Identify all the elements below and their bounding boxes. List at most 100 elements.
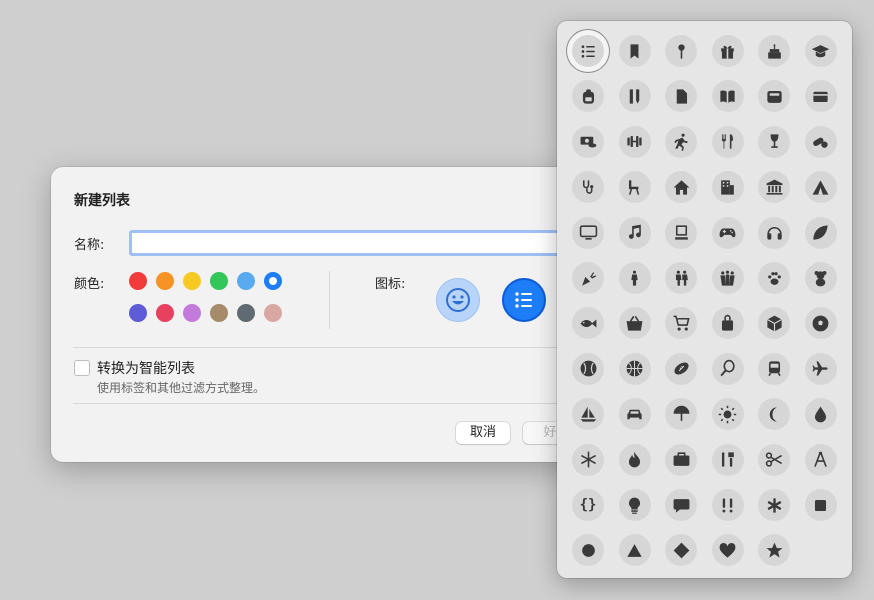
color-swatch[interactable] [264,272,282,290]
list-icon [515,292,532,308]
color-swatch[interactable] [264,304,282,322]
icon-option-heart[interactable] [711,534,744,567]
icon-option-braces[interactable]: {} [572,489,604,521]
icon-option-compass[interactable] [804,443,837,476]
icon-option-leaf[interactable] [804,216,837,249]
icon-option-lightbulb[interactable] [618,489,651,521]
cancel-button[interactable]: 取消 [456,422,510,444]
icon-option-tram[interactable] [758,352,790,385]
color-swatch[interactable] [129,304,147,322]
color-swatch[interactable] [210,272,228,290]
icon-option-money[interactable] [572,125,604,158]
icon-option-basketball[interactable] [618,352,651,385]
name-input[interactable] [129,230,583,256]
icon-option-museum[interactable] [758,171,790,204]
icon-option-computer[interactable] [665,216,697,249]
snowflake-icon [580,451,596,468]
icon-option-music-note[interactable] [618,216,651,249]
icon-option-document[interactable] [665,80,697,113]
icon-option-carrot[interactable] [572,262,604,294]
icon-option-wine-glass[interactable] [758,125,790,158]
car-icon [627,409,642,419]
gamecontroller-icon [719,228,736,238]
icon-option-sailboat[interactable] [572,398,604,431]
color-swatch[interactable] [156,304,174,322]
icon-option-diamond[interactable] [665,534,697,567]
briefcase-icon [673,452,689,466]
icon-option-tv[interactable] [572,216,604,249]
icon-option-airplane[interactable] [804,352,837,385]
icon-option-dumbbell[interactable] [618,125,651,158]
box-icon [766,315,782,332]
color-swatch[interactable] [129,272,147,290]
carrot-icon [581,271,596,286]
icon-option-basket[interactable] [618,307,651,340]
color-swatch[interactable] [210,304,228,322]
icon-option-cart[interactable] [665,307,697,340]
icon-option-list[interactable] [572,35,604,67]
icon-option-ruler-pencil[interactable] [618,80,651,113]
house-icon [673,180,689,195]
icon-option-asterisk[interactable] [758,489,790,521]
icon-option-gift[interactable] [711,35,744,67]
selected-list-icon-button[interactable] [502,278,546,322]
icon-option-tools[interactable] [711,443,744,476]
icon-option-bookmark[interactable] [618,35,651,67]
icon-option-briefcase[interactable] [665,443,697,476]
icon-option-book[interactable] [711,80,744,113]
color-swatch[interactable] [237,272,255,290]
icon-option-circle[interactable] [572,534,604,567]
bag-icon [721,314,734,331]
icon-option-bag[interactable] [711,307,744,340]
color-swatch[interactable] [156,272,174,290]
gift-icon [721,45,734,59]
icon-option-headphones[interactable] [758,216,790,249]
icon-option-cake[interactable] [758,35,790,67]
three-people-icon [720,270,735,286]
icon-option-star[interactable] [758,534,790,567]
icon-option-drop[interactable] [804,398,837,431]
icon-option-pin[interactable] [665,35,697,67]
icon-option-exclamation[interactable] [711,489,744,521]
icon-option-snowflake[interactable] [572,443,604,476]
icon-option-sun[interactable] [711,398,744,431]
emoji-icon-button[interactable] [436,278,480,322]
icon-option-speech-bubble[interactable] [665,489,697,521]
icon-option-house[interactable] [665,171,697,204]
icon-option-chair[interactable] [618,171,651,204]
icon-option-box[interactable] [758,307,790,340]
color-swatch[interactable] [237,304,255,322]
icon-option-teddy-bear[interactable] [804,262,837,294]
icon-option-stethoscope[interactable] [572,171,604,204]
icon-option-square[interactable] [804,489,837,521]
icon-option-football[interactable] [665,352,697,385]
icon-option-pawprint[interactable] [758,262,790,294]
icon-option-car[interactable] [618,398,651,431]
icon-option-gamecontroller[interactable] [711,216,744,249]
icon-option-tent[interactable] [804,171,837,204]
color-swatch[interactable] [183,304,201,322]
icon-option-building[interactable] [711,171,744,204]
icon-option-wallet[interactable] [758,80,790,113]
smart-list-checkbox[interactable] [74,360,90,376]
icon-option-moon[interactable] [758,398,790,431]
icon-option-scissors[interactable] [758,443,790,476]
icon-option-triangle[interactable] [618,534,651,567]
icon-option-three-people[interactable] [711,262,744,294]
icon-option-pills[interactable] [804,125,837,158]
color-swatch[interactable] [183,272,201,290]
icon-option-two-people[interactable] [665,262,697,294]
museum-icon [766,179,782,195]
icon-option-running[interactable] [665,125,697,158]
icon-option-credit-card[interactable] [804,80,837,113]
icon-option-fish[interactable] [572,307,604,340]
icon-option-flame[interactable] [618,443,651,476]
icon-option-backpack[interactable] [572,80,604,113]
icon-option-person[interactable] [618,262,651,294]
icon-option-fork-knife[interactable] [711,125,744,158]
icon-option-graduation-cap[interactable] [804,35,837,67]
icon-option-baseball[interactable] [572,352,604,385]
icon-option-soccer-ball[interactable] [804,307,837,340]
icon-option-tennis-racket[interactable] [711,352,744,385]
icon-option-beach-umbrella[interactable] [665,398,697,431]
